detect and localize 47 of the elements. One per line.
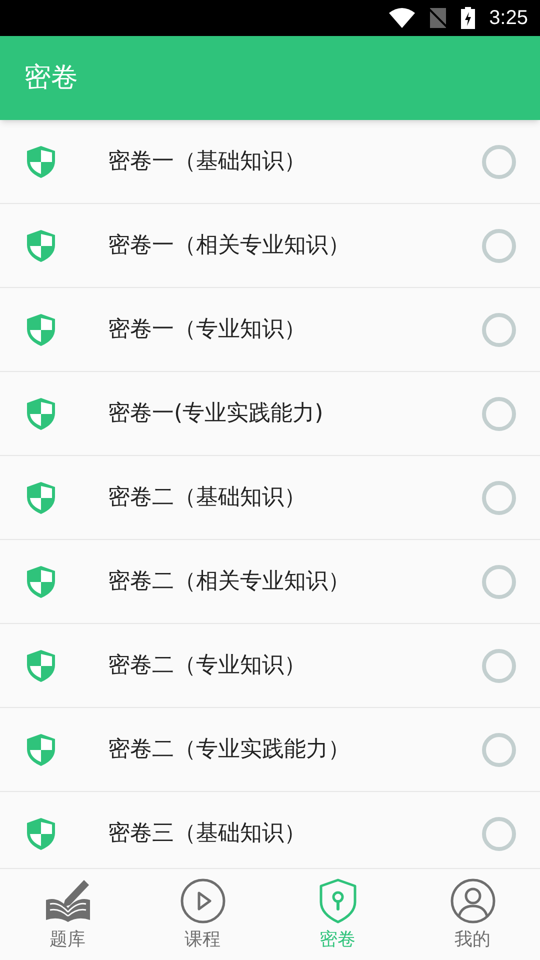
nav-tab[interactable]: 我的 (405, 869, 540, 960)
radio-button[interactable] (482, 396, 516, 430)
radio-button[interactable] (482, 648, 516, 682)
paper-title: 密卷一（专业知识） (108, 316, 307, 344)
battery-charging-icon (461, 7, 476, 29)
radio-button[interactable] (482, 480, 516, 514)
book-pencil-icon (44, 878, 92, 924)
shield-icon (26, 312, 56, 346)
shield-keyhole-icon (318, 878, 358, 924)
paper-row[interactable]: 密卷一(专业实践能力) (0, 372, 540, 456)
shield-icon (26, 564, 56, 598)
paper-title: 密卷一(专业实践能力) (108, 400, 324, 428)
paper-row[interactable]: 密卷一（基础知识） (0, 120, 540, 204)
shield-icon (26, 648, 56, 682)
radio-button[interactable] (482, 228, 516, 262)
paper-title: 密卷一（基础知识） (108, 148, 307, 176)
nav-tab[interactable]: 课程 (135, 869, 270, 960)
radio-button[interactable] (482, 732, 516, 766)
paper-row[interactable]: 密卷一（专业知识） (0, 288, 540, 372)
user-icon (450, 878, 496, 924)
shield-icon (26, 396, 56, 430)
app-bar-title: 密卷 (24, 60, 78, 95)
shield-icon (26, 816, 56, 850)
radio-button[interactable] (482, 816, 516, 850)
radio-button[interactable] (482, 312, 516, 346)
paper-row[interactable]: 密卷二（专业实践能力） (0, 708, 540, 792)
paper-title: 密卷二（相关专业知识） (108, 568, 351, 596)
clock: 3:25 (489, 6, 528, 31)
paper-title: 密卷二（专业知识） (108, 652, 307, 680)
paper-title: 密卷二（专业实践能力） (108, 736, 351, 764)
paper-row[interactable]: 密卷二（基础知识） (0, 456, 540, 540)
radio-button[interactable] (482, 564, 516, 598)
shield-icon (26, 732, 56, 766)
shield-icon (26, 144, 56, 178)
shield-icon (26, 228, 56, 262)
paper-row[interactable]: 密卷二（专业知识） (0, 624, 540, 708)
no-sim-icon (429, 8, 448, 28)
paper-title: 密卷一（相关专业知识） (108, 232, 351, 260)
wifi-icon (389, 8, 416, 28)
paper-title: 密卷三（基础知识） (108, 820, 307, 848)
play-icon (180, 878, 226, 924)
paper-title: 密卷二（基础知识） (108, 484, 307, 512)
paper-row[interactable]: 密卷二（相关专业知识） (0, 540, 540, 624)
shield-icon (26, 480, 56, 514)
nav-tab[interactable]: 题库 (0, 869, 135, 960)
paper-row[interactable]: 密卷一（相关专业知识） (0, 204, 540, 288)
radio-button[interactable] (482, 144, 516, 178)
